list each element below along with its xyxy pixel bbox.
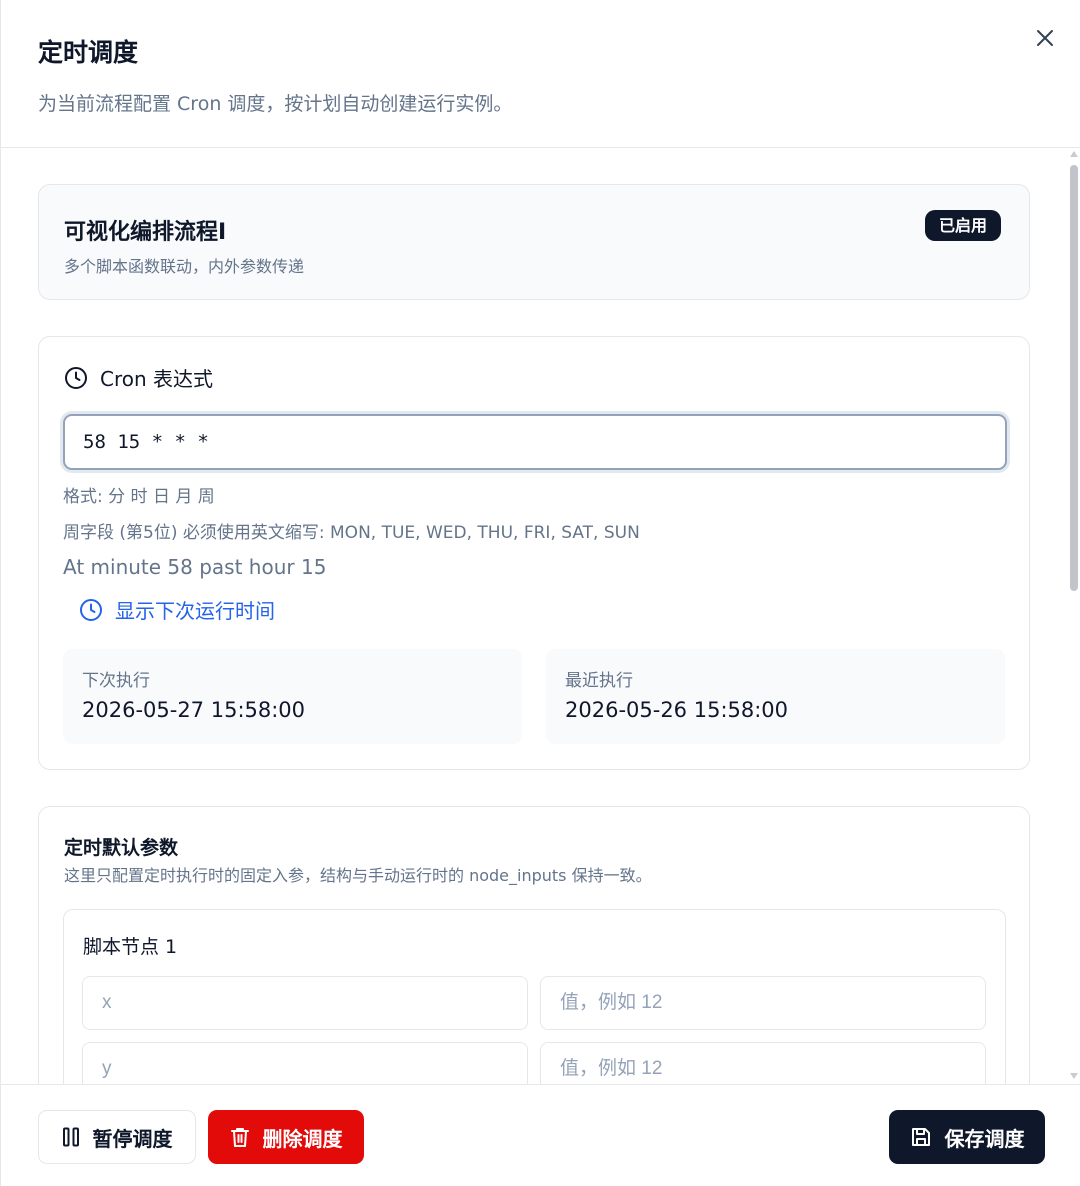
cron-human-readable: At minute 58 past hour 15 bbox=[63, 555, 327, 579]
node-title: 脚本节点 1 bbox=[83, 936, 178, 958]
close-icon bbox=[1037, 30, 1053, 46]
delete-schedule-button[interactable]: 删除调度 bbox=[208, 1110, 364, 1164]
scroll-down-arrow-icon[interactable] bbox=[1070, 1073, 1078, 1079]
param-name-field[interactable] bbox=[82, 976, 528, 1030]
next-run-value: 2026-05-27 15:58:00 bbox=[82, 698, 306, 722]
cron-heading: Cron 表达式 bbox=[64, 363, 213, 392]
last-run-label: 最近执行 bbox=[565, 671, 633, 691]
schedule-dialog: 定时调度 为当前流程配置 Cron 调度，按计划自动创建运行实例。 可视化编排流… bbox=[0, 0, 1080, 1186]
flow-info-card: 可视化编排流程I 多个脚本函数联动，内外参数传递 已启用 bbox=[38, 184, 1030, 300]
close-button[interactable] bbox=[1029, 22, 1061, 54]
flow-description: 多个脚本函数联动，内外参数传递 bbox=[64, 257, 305, 276]
param-value-input[interactable] bbox=[541, 977, 985, 1029]
status-badge: 已启用 bbox=[925, 210, 1002, 241]
pause-schedule-label: 暂停调度 bbox=[92, 1126, 173, 1151]
cron-input-wrapper bbox=[63, 414, 1007, 470]
scroll-up-arrow-icon[interactable] bbox=[1070, 151, 1078, 157]
cron-heading-label: Cron 表达式 bbox=[100, 367, 214, 391]
save-icon bbox=[911, 1128, 930, 1146]
param-value-field[interactable] bbox=[540, 1042, 986, 1084]
trash-icon bbox=[230, 1128, 249, 1147]
pause-icon bbox=[62, 1127, 79, 1147]
last-run-box: 最近执行 2026-05-26 15:58:00 bbox=[546, 649, 1005, 744]
clock-icon bbox=[65, 366, 87, 389]
cron-expression-input[interactable] bbox=[65, 416, 1005, 468]
pause-schedule-button[interactable]: 暂停调度 bbox=[38, 1110, 196, 1164]
save-schedule-label: 保存调度 bbox=[944, 1126, 1025, 1151]
params-title: 定时默认参数 bbox=[64, 837, 179, 859]
dialog-footer: 暂停调度 删除调度 保存调度 bbox=[1, 1084, 1080, 1186]
vertical-scrollbar[interactable] bbox=[1067, 149, 1080, 1084]
clock-icon bbox=[80, 598, 102, 621]
param-name-field[interactable] bbox=[82, 1042, 528, 1084]
show-next-runs-button[interactable]: 显示下次运行时间 bbox=[79, 595, 275, 624]
param-value-field[interactable] bbox=[540, 976, 986, 1030]
param-name-input[interactable] bbox=[83, 977, 527, 1029]
dialog-title: 定时调度 bbox=[38, 38, 139, 67]
cron-format-hint: 格式: 分 时 日 月 周 bbox=[63, 487, 215, 507]
cron-week-hint: 周字段 (第5位) 必须使用英文缩写: MON, TUE, WED, THU, … bbox=[63, 523, 640, 543]
flow-name: 可视化编排流程I bbox=[64, 220, 227, 245]
param-value-input[interactable] bbox=[541, 1043, 985, 1084]
dialog-body: 可视化编排流程I 多个脚本函数联动，内外参数传递 已启用 Cron 表达式 格式… bbox=[1, 149, 1080, 1084]
dialog-header: 定时调度 为当前流程配置 Cron 调度，按计划自动创建运行实例。 bbox=[1, 0, 1080, 148]
default-params-card: 定时默认参数 这里只配置定时执行时的固定入参，结构与手动运行时的 node_in… bbox=[38, 806, 1030, 1084]
delete-schedule-label: 删除调度 bbox=[262, 1126, 343, 1151]
cron-card: Cron 表达式 格式: 分 时 日 月 周 周字段 (第5位) 必须使用英文缩… bbox=[38, 336, 1030, 770]
dialog-subtitle: 为当前流程配置 Cron 调度，按计划自动创建运行实例。 bbox=[38, 93, 513, 115]
params-description: 这里只配置定时执行时的固定入参，结构与手动运行时的 node_inputs 保持… bbox=[64, 866, 652, 885]
node-params-card: 脚本节点 1 bbox=[63, 909, 1006, 1084]
last-run-value: 2026-05-26 15:58:00 bbox=[565, 698, 789, 722]
show-next-runs-label: 显示下次运行时间 bbox=[115, 599, 275, 623]
scrollbar-thumb[interactable] bbox=[1070, 165, 1078, 591]
save-schedule-button[interactable]: 保存调度 bbox=[889, 1110, 1045, 1164]
param-name-input[interactable] bbox=[83, 1043, 527, 1084]
next-run-label: 下次执行 bbox=[82, 671, 150, 691]
next-run-box: 下次执行 2026-05-27 15:58:00 bbox=[63, 649, 522, 744]
